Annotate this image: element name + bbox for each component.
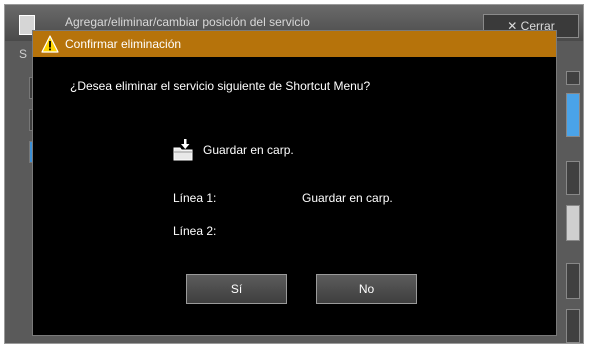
confirm-delete-dialog: Confirmar eliminación ¿Desea eliminar el… [32,30,557,336]
yes-button[interactable]: Sí [186,274,287,304]
background-scroll-thumb[interactable] [566,93,580,137]
background-right-button[interactable] [566,205,580,241]
line1-value: Guardar en carp. [302,191,393,205]
no-button[interactable]: No [316,274,417,304]
confirmation-question: ¿Desea eliminar el servicio siguiente de… [70,79,371,93]
dialog-title: Confirmar eliminación [65,37,182,51]
line1-label: Línea 1: [173,191,217,205]
background-right-tab [566,71,580,85]
dialog-title-bar: Confirmar eliminación [33,31,556,57]
save-to-folder-icon [173,139,193,161]
warning-icon [41,35,59,53]
background-right-button[interactable] [566,309,580,343]
service-name: Guardar en carp. [203,143,294,157]
background-header-title: Agregar/eliminar/cambiar posición del se… [65,15,310,29]
background-right-button[interactable] [566,161,580,195]
line2-label: Línea 2: [173,224,217,238]
background-right-button[interactable] [566,263,580,299]
background-section-label: S [19,47,28,61]
